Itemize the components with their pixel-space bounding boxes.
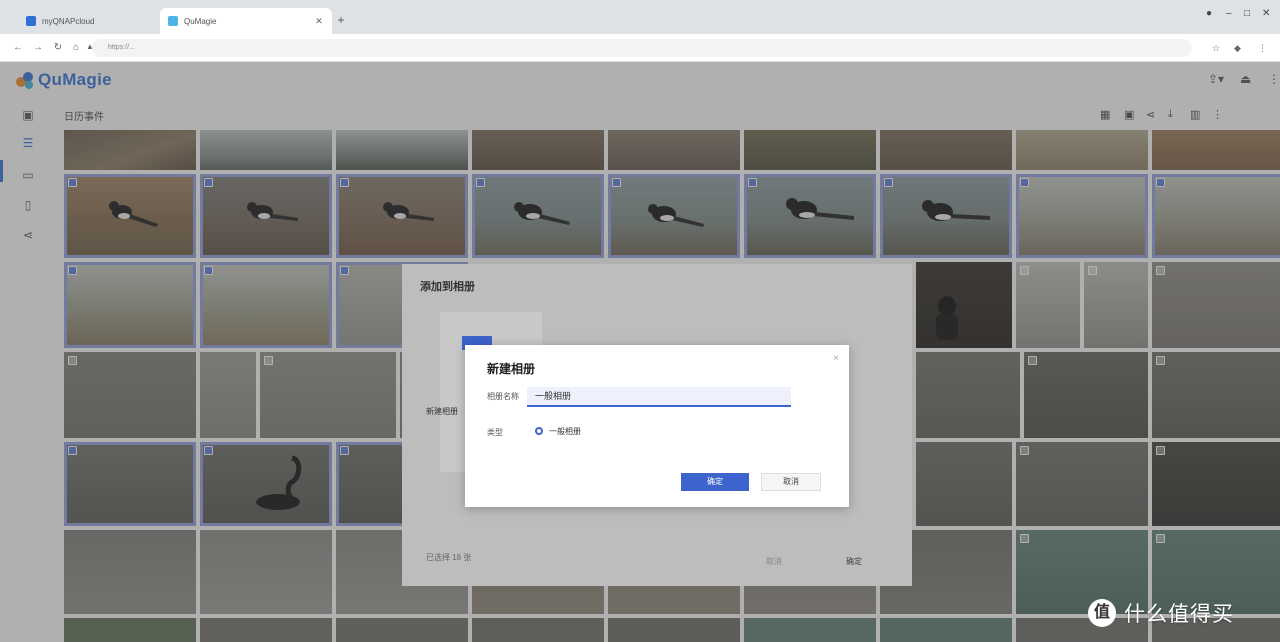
bookmark-star-icon[interactable]: ☆ bbox=[1212, 43, 1220, 54]
site-watermark: 值 什么值得买 bbox=[1088, 598, 1234, 628]
create-album-dialog: × 新建相册 相册名称 一般相册 类型 一般相册 确定 取消 bbox=[465, 345, 849, 507]
profile-icon[interactable]: ● bbox=[1206, 8, 1212, 19]
reload-icon[interactable]: ↻ bbox=[52, 42, 64, 54]
new-album-option-label[interactable]: 新建相册 bbox=[426, 406, 458, 417]
url-input[interactable]: https://... bbox=[92, 39, 1192, 57]
dialog-title: 新建相册 bbox=[487, 362, 536, 376]
cancel-button[interactable]: 取消 bbox=[761, 473, 821, 491]
album-name-label: 相册名称 bbox=[487, 392, 519, 401]
close-window-icon[interactable]: ✕ bbox=[1262, 8, 1270, 19]
extension-icon[interactable]: ◆ bbox=[1234, 43, 1241, 54]
album-type-radio[interactable] bbox=[535, 427, 543, 435]
outer-cancel-button[interactable]: 取消 bbox=[766, 556, 782, 567]
browser-tab-qumagie[interactable]: QuMagie ✕ bbox=[160, 8, 332, 34]
tab-close-icon[interactable]: ✕ bbox=[314, 16, 324, 27]
selected-count-text: 已选择 18 张 bbox=[426, 553, 472, 562]
confirm-button[interactable]: 确定 bbox=[681, 473, 749, 491]
browser-address-bar: ← → ↻ ⌂ ▲ https://... ☆ ◆ ⋮ bbox=[0, 34, 1280, 62]
watermark-badge: 值 bbox=[1088, 599, 1116, 627]
album-type-value[interactable]: 一般相册 bbox=[549, 426, 581, 437]
dialog-title: 添加到相册 bbox=[420, 281, 475, 293]
album-name-input[interactable]: 一般相册 bbox=[527, 387, 791, 407]
album-type-label: 类型 bbox=[487, 428, 503, 437]
watermark-text: 什么值得买 bbox=[1124, 603, 1234, 626]
back-icon[interactable]: ← bbox=[12, 42, 24, 54]
browser-tab-bar: myQNAPcloud ✕ QuMagie ✕ + ● – □ ✕ bbox=[0, 0, 1280, 34]
close-icon[interactable]: × bbox=[833, 353, 839, 364]
browser-menu-icon[interactable]: ⋮ bbox=[1258, 43, 1267, 54]
outer-confirm-button[interactable]: 确定 bbox=[846, 556, 862, 567]
tab-label: myQNAPcloud bbox=[42, 16, 95, 26]
new-tab-button[interactable]: + bbox=[334, 14, 348, 28]
home-icon[interactable]: ⌂ bbox=[70, 42, 82, 54]
tab-label: QuMagie bbox=[184, 16, 217, 26]
forward-icon[interactable]: → bbox=[32, 42, 44, 54]
favicon-icon bbox=[168, 16, 178, 26]
favicon-icon bbox=[26, 16, 36, 26]
minimize-icon[interactable]: – bbox=[1226, 8, 1232, 19]
maximize-icon[interactable]: □ bbox=[1244, 8, 1250, 19]
